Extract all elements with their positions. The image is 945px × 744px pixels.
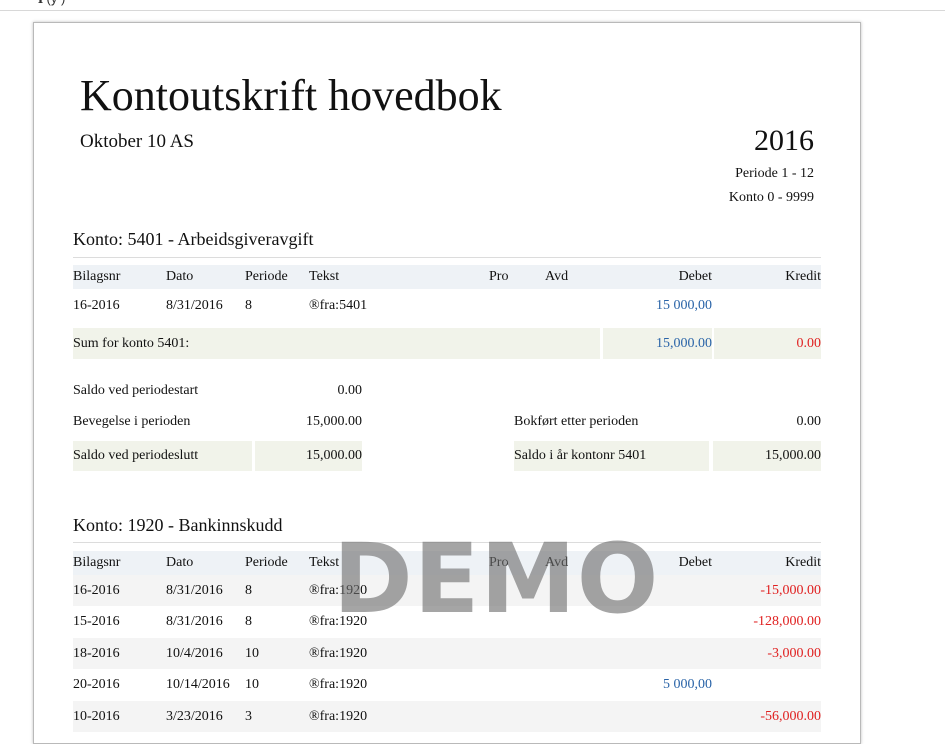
col-dato: Dato bbox=[166, 269, 194, 284]
period-range: Periode 1 - 12 bbox=[735, 166, 814, 181]
saldo-slutt-value: 15,000.00 bbox=[306, 448, 362, 463]
cell-debet: 15 000,00 bbox=[656, 298, 712, 313]
saldo-slutt-label-box: Saldo ved periodeslutt bbox=[73, 441, 252, 471]
cell-bilagsnr: 16-2016 bbox=[73, 583, 120, 598]
top-bar-fragment: ℹ (y ) bbox=[38, 0, 65, 7]
col-bilagsnr: Bilagsnr bbox=[73, 555, 121, 570]
cell-periode: 8 bbox=[245, 614, 252, 629]
col-periode: Periode bbox=[245, 555, 288, 570]
col-debet: Debet bbox=[678, 269, 712, 284]
col-kredit: Kredit bbox=[785, 555, 821, 570]
col-kredit: Kredit bbox=[785, 269, 821, 284]
saldo-aar-value-box: 15,000.00 bbox=[713, 441, 821, 471]
bevegelse-label: Bevegelse i perioden bbox=[73, 414, 191, 429]
saldo-aar-label: Saldo i år kontonr 5401 bbox=[514, 448, 647, 463]
bevegelse-value: 15,000.00 bbox=[306, 414, 362, 429]
saldo-slutt-label: Saldo ved periodeslutt bbox=[73, 448, 199, 463]
cell-kredit: -128,000.00 bbox=[753, 614, 821, 629]
cell-debet: 5 000,00 bbox=[663, 677, 712, 692]
account-divider bbox=[73, 257, 821, 258]
account-title: Konto: 1920 - Bankinnskudd bbox=[73, 515, 283, 535]
bokfort-label: Bokført etter perioden bbox=[514, 414, 639, 429]
cell-bilagsnr: 16-2016 bbox=[73, 298, 120, 313]
saldo-slutt-value-box: 15,000.00 bbox=[255, 441, 362, 471]
report-page: Kontoutskrift hovedbok Oktober 10 AS 201… bbox=[33, 22, 861, 744]
sum-label: Sum for konto 5401: bbox=[73, 336, 190, 351]
col-periode: Periode bbox=[245, 269, 288, 284]
sum-label-cell: Sum for konto 5401: bbox=[73, 328, 600, 359]
cell-kredit: -15,000.00 bbox=[760, 583, 821, 598]
table-row: 20-2016 10/14/2016 10 ®fra:1920 5 000,00 bbox=[73, 669, 821, 701]
cell-tekst: ®fra:1920 bbox=[309, 709, 368, 724]
saldo-aar-value: 15,000.00 bbox=[765, 448, 821, 463]
cell-dato: 8/31/2016 bbox=[166, 298, 223, 313]
table-row: 18-2016 10/4/2016 10 ®fra:1920 -3,000.00 bbox=[73, 638, 821, 669]
cell-bilagsnr: 15-2016 bbox=[73, 614, 120, 629]
sum-row: Sum for konto 5401: 15,000.00 0.00 bbox=[73, 328, 821, 359]
sum-kredit-value: 0.00 bbox=[796, 336, 822, 351]
cell-kredit: -3,000.00 bbox=[767, 646, 821, 661]
saldo-aar-label-box: Saldo i år kontonr 5401 bbox=[514, 441, 709, 471]
cell-bilagsnr: 20-2016 bbox=[73, 677, 120, 692]
cell-tekst: ®fra:1920 bbox=[309, 646, 368, 661]
sum-debet: 15,000.00 bbox=[603, 328, 712, 359]
company-name: Oktober 10 AS bbox=[80, 131, 194, 152]
table-row: 10-2016 3/23/2016 3 ®fra:1920 -56,000.00 bbox=[73, 701, 821, 732]
cell-bilagsnr: 10-2016 bbox=[73, 709, 120, 724]
cell-dato: 8/31/2016 bbox=[166, 583, 223, 598]
col-tekst: Tekst bbox=[309, 269, 340, 284]
cell-bilagsnr: 18-2016 bbox=[73, 646, 120, 661]
cell-dato: 8/31/2016 bbox=[166, 614, 223, 629]
col-pro: Pro bbox=[489, 269, 509, 284]
cell-periode: 8 bbox=[245, 583, 252, 598]
table-row: 16-2016 8/31/2016 8 ®fra:5401 15 000,00 bbox=[73, 291, 821, 321]
saldo-start-value: 0.00 bbox=[337, 383, 363, 398]
cell-tekst: ®fra:1920 bbox=[309, 677, 368, 692]
cell-tekst: ®fra:5401 bbox=[309, 298, 368, 313]
cell-periode: 3 bbox=[245, 709, 252, 724]
col-dato: Dato bbox=[166, 555, 194, 570]
report-title: Kontoutskrift hovedbok bbox=[80, 71, 502, 120]
saldo-start-label: Saldo ved periodestart bbox=[73, 383, 199, 398]
bokfort-value: 0.00 bbox=[796, 414, 822, 429]
table-header: Bilagsnr Dato Periode Tekst Pro Avd Debe… bbox=[73, 265, 821, 289]
browser-top-bar: ℹ (y ) bbox=[0, 0, 945, 11]
cell-dato: 10/4/2016 bbox=[166, 646, 223, 661]
col-bilagsnr: Bilagsnr bbox=[73, 269, 121, 284]
cell-kredit: -56,000.00 bbox=[760, 709, 821, 724]
sum-debet-value: 15,000.00 bbox=[656, 336, 712, 351]
cell-periode: 10 bbox=[245, 646, 259, 661]
demo-watermark: DEMO bbox=[333, 523, 660, 635]
sum-kredit: 0.00 bbox=[714, 328, 821, 359]
report-year: 2016 bbox=[754, 124, 814, 157]
account-range: Konto 0 - 9999 bbox=[728, 190, 814, 205]
cell-periode: 10 bbox=[245, 677, 259, 692]
cell-periode: 8 bbox=[245, 298, 252, 313]
col-debet: Debet bbox=[678, 555, 712, 570]
cell-dato: 3/23/2016 bbox=[166, 709, 223, 724]
col-avd: Avd bbox=[545, 269, 569, 284]
cell-dato: 10/14/2016 bbox=[166, 677, 230, 692]
account-title: Konto: 5401 - Arbeidsgiveravgift bbox=[73, 229, 314, 249]
